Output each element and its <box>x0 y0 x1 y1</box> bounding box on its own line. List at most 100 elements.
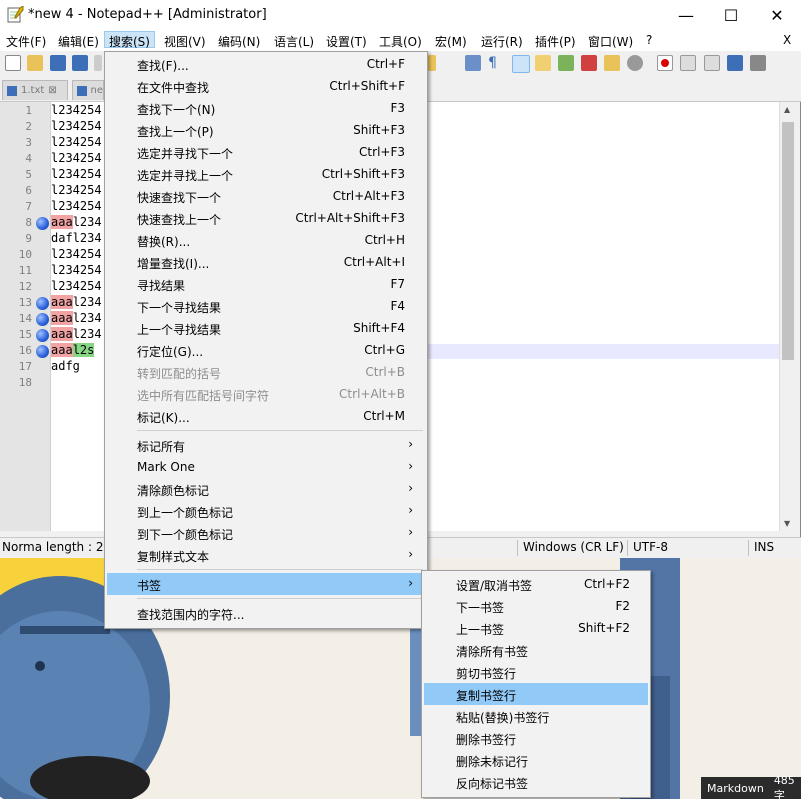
code-line[interactable]: l234254 <box>51 247 102 261</box>
bookmark-icon[interactable] <box>36 345 49 358</box>
menu-macro[interactable]: 宏(M) <box>435 33 467 50</box>
sync-scroll-icon[interactable] <box>465 55 481 71</box>
code-line[interactable]: adfg <box>51 359 80 373</box>
search-menu-item[interactable]: 标记(K)... Ctrl+M <box>107 405 425 427</box>
search-menu-item[interactable]: 选中所有匹配括号间字符 Ctrl+Alt+B <box>107 383 425 405</box>
code-line[interactable]: l234254 <box>51 135 102 149</box>
record-macro-icon[interactable] <box>657 55 673 71</box>
search-menu-item[interactable]: 快速查找下一个 Ctrl+Alt+F3 <box>107 185 425 207</box>
save-icon[interactable] <box>50 55 66 71</box>
code-line[interactable]: l234254 <box>51 119 102 133</box>
search-menu-item[interactable]: 下一个寻找结果 F4 <box>107 295 425 317</box>
search-menu-item[interactable]: 选定并寻找下一个 Ctrl+F3 <box>107 141 425 163</box>
code-line[interactable]: l234254 <box>51 151 102 165</box>
code-line[interactable]: aaal234 <box>51 327 102 341</box>
close-file-icon[interactable] <box>94 55 102 71</box>
bookmark-icon[interactable] <box>36 217 49 230</box>
bookmark-menu-item[interactable]: 反向标记书签 <box>424 771 648 793</box>
menu-run[interactable]: 运行(R) <box>481 33 523 50</box>
code-line[interactable]: l234254 <box>51 183 102 197</box>
monitor-icon[interactable] <box>627 55 643 71</box>
wrap-icon[interactable] <box>535 55 551 71</box>
new-file-icon[interactable] <box>5 55 21 71</box>
run-macro-multiple-icon[interactable] <box>727 55 743 71</box>
menu-plugins[interactable]: 插件(P) <box>535 33 576 50</box>
function-list-icon[interactable] <box>581 55 597 71</box>
bookmark-menu-item[interactable]: 删除未标记行 <box>424 749 648 771</box>
search-menu-item[interactable]: 增量查找(I)... Ctrl+Alt+I <box>107 251 425 273</box>
bookmark-menu-item[interactable]: 清除所有书签 <box>424 639 648 661</box>
stop-macro-icon[interactable] <box>680 55 696 71</box>
search-menu-item[interactable]: 查找(F)... Ctrl+F <box>107 53 425 75</box>
search-menu-item[interactable]: 快速查找上一个 Ctrl+Alt+Shift+F3 <box>107 207 425 229</box>
menu-window[interactable]: 窗口(W) <box>588 33 633 50</box>
menu-view[interactable]: 视图(V) <box>164 33 206 50</box>
search-menu-item[interactable]: 替换(R)... Ctrl+H <box>107 229 425 251</box>
scroll-up-icon[interactable]: ▲ <box>784 105 790 114</box>
tab-1-txt[interactable]: 1.txt ⊠ <box>2 80 68 100</box>
scrollbar-thumb[interactable] <box>782 122 794 360</box>
search-menu-item[interactable]: 选定并寻找上一个 Ctrl+Shift+F3 <box>107 163 425 185</box>
bookmark-icon[interactable] <box>36 329 49 342</box>
search-menu-item[interactable]: 查找上一个(P) Shift+F3 <box>107 119 425 141</box>
folder-workspace-icon[interactable] <box>604 55 620 71</box>
search-submenu-item[interactable]: 到下一个颜色标记 › <box>107 522 425 544</box>
bookmark-menu-item[interactable]: 剪切书签行 <box>424 661 648 683</box>
bookmark-icon[interactable] <box>36 313 49 326</box>
search-submenu-item[interactable]: 复制样式文本 › <box>107 544 425 566</box>
search-menu-item[interactable]: 在文件中查找 Ctrl+Shift+F <box>107 75 425 97</box>
search-menu-find-chars[interactable]: 查找范围内的字符... <box>107 602 425 624</box>
bookmark-menu-item[interactable]: 删除书签行 <box>424 727 648 749</box>
bookmark-menu-item[interactable]: 粘贴(替换)书签行 <box>424 705 648 727</box>
code-line[interactable]: dafl234 <box>51 231 102 245</box>
search-menu-bookmark[interactable]: 书签 › <box>107 573 425 595</box>
code-line[interactable]: l234254 <box>51 279 102 293</box>
code-line[interactable]: aaal234 <box>51 295 102 309</box>
search-submenu-item[interactable]: 清除颜色标记 › <box>107 478 425 500</box>
menu-tools[interactable]: 工具(O) <box>379 33 422 50</box>
bookmark-menu-item[interactable]: 上一书签 Shift+F2 <box>424 617 648 639</box>
bookmark-icon[interactable] <box>36 297 49 310</box>
bookmark-menu-item[interactable]: 复制书签行 <box>424 683 648 705</box>
code-line[interactable]: l234254 <box>51 103 102 117</box>
code-line[interactable]: aaal234 <box>51 311 102 325</box>
menu-close-doc[interactable]: X <box>783 33 791 47</box>
minimize-button[interactable]: — <box>663 0 709 30</box>
search-submenu-item[interactable]: Mark One › <box>107 456 425 478</box>
status-insert-mode[interactable]: INS <box>754 540 774 554</box>
save-macro-icon[interactable] <box>750 55 766 71</box>
menu-encoding[interactable]: 编码(N) <box>218 33 260 50</box>
indent-guide-icon[interactable] <box>512 55 530 73</box>
search-menu-item[interactable]: 行定位(G)... Ctrl+G <box>107 339 425 361</box>
pilcrow-icon[interactable]: ¶ <box>488 55 504 71</box>
menu-file[interactable]: 文件(F) <box>6 33 46 50</box>
doc-map-icon[interactable] <box>558 55 574 71</box>
open-file-icon[interactable] <box>27 55 43 71</box>
search-menu-item[interactable]: 转到匹配的括号 Ctrl+B <box>107 361 425 383</box>
menu-edit[interactable]: 编辑(E) <box>58 33 99 50</box>
code-line[interactable]: aaal234 <box>51 215 102 229</box>
search-menu-item[interactable]: 上一个寻找结果 Shift+F4 <box>107 317 425 339</box>
search-submenu-item[interactable]: 标记所有 › <box>107 434 425 456</box>
play-macro-icon[interactable] <box>704 55 720 71</box>
tab-new[interactable]: ne <box>72 80 104 100</box>
search-menu-item[interactable]: 寻找结果 F7 <box>107 273 425 295</box>
search-submenu-item[interactable]: 到上一个颜色标记 › <box>107 500 425 522</box>
menu-help[interactable]: ? <box>646 33 652 47</box>
status-encoding[interactable]: UTF-8 <box>633 540 668 554</box>
menu-search[interactable]: 搜索(S) <box>104 31 155 49</box>
close-button[interactable]: ✕ <box>754 0 800 30</box>
save-all-icon[interactable] <box>72 55 88 71</box>
status-eol[interactable]: Windows (CR LF) <box>523 540 624 554</box>
maximize-button[interactable]: ☐ <box>708 0 754 30</box>
code-line[interactable]: l234254 <box>51 167 102 181</box>
code-line[interactable]: aaal2s <box>51 343 95 357</box>
search-menu-item[interactable]: 查找下一个(N) F3 <box>107 97 425 119</box>
code-line[interactable]: l234254 <box>51 199 102 213</box>
menu-settings[interactable]: 设置(T) <box>326 33 367 50</box>
zoom-icon[interactable] <box>428 55 436 71</box>
scroll-down-icon[interactable]: ▼ <box>784 519 790 528</box>
tab-close-icon[interactable]: ⊠ <box>48 85 56 96</box>
code-line[interactable]: l234254 <box>51 263 102 277</box>
bookmark-menu-item[interactable]: 设置/取消书签 Ctrl+F2 <box>424 573 648 595</box>
